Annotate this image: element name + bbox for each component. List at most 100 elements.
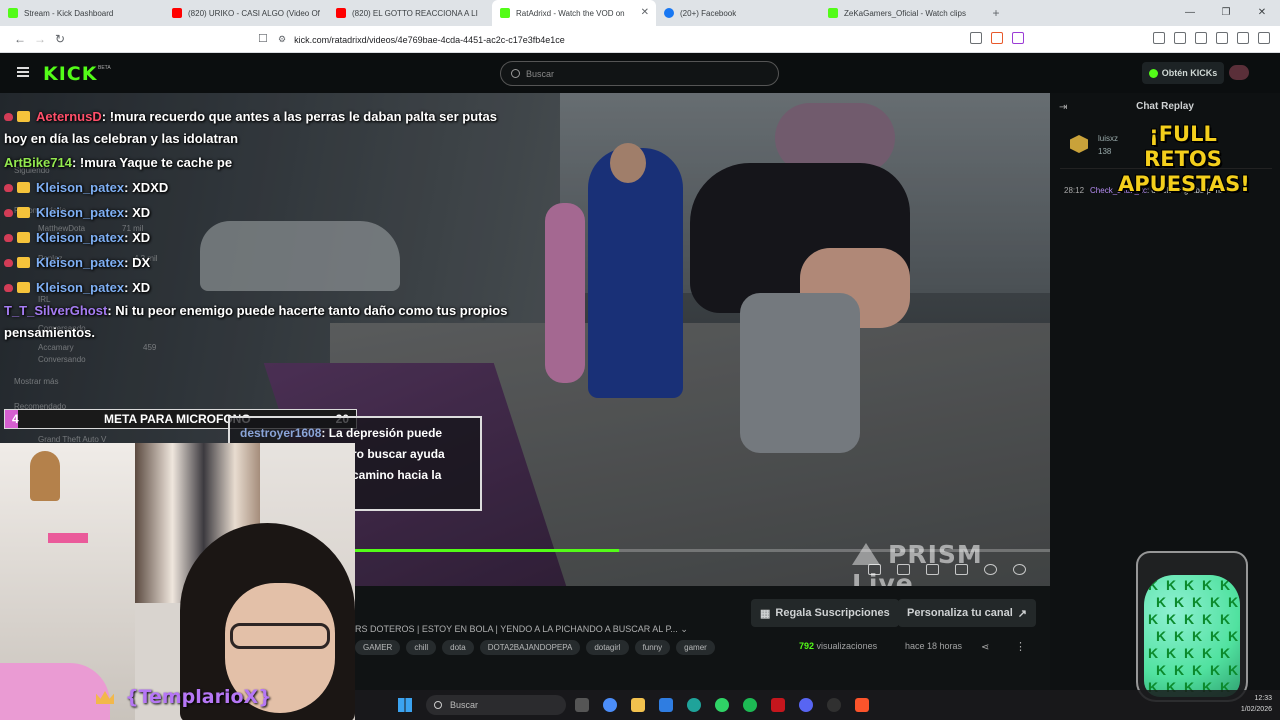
discord-icon[interactable] (799, 698, 813, 712)
get-kicks-button[interactable]: Obtén KICKs (1142, 62, 1224, 84)
jar-kick-token: K (1156, 594, 1167, 610)
stream-tag[interactable]: chill (406, 640, 437, 655)
browser-tab-strip: Stream - Kick Dashboard (820) URIKO - CA… (0, 0, 1280, 26)
get-kicks-label: Obtén KICKs (1161, 68, 1218, 78)
sidebar-icon[interactable] (1153, 32, 1165, 44)
overlay-chat-text: : DX (124, 255, 151, 270)
jar-kick-token: K (1210, 594, 1221, 610)
stream-tag[interactable]: gamer (676, 640, 715, 655)
spotify-icon[interactable] (743, 698, 757, 712)
music-icon[interactable] (1174, 32, 1186, 44)
show-more-link[interactable]: Mostrar más (14, 377, 58, 386)
address-bar-row: ← → ↻ ☐ ⚙ kick.com/ratadrixd/videos/4e76… (0, 26, 1280, 53)
task-view-icon[interactable] (575, 698, 589, 712)
brave-icon[interactable] (855, 698, 869, 712)
url-field[interactable]: ⚙ kick.com/ratadrixd/videos/4e769bae-4cd… (278, 30, 958, 49)
tab-zekagamers[interactable]: ZeKaGamers_Oficial - Watch clips (820, 0, 984, 26)
overlay-chat-text: : !mura Yaque te cache pe (71, 155, 233, 170)
edge-icon[interactable] (687, 698, 701, 712)
kick-header: KICK BETA Buscar Obtén KICKs (0, 53, 1280, 93)
maximize-icon[interactable]: ❐ (1208, 0, 1244, 26)
tab-kick-dashboard[interactable]: Stream - Kick Dashboard (0, 0, 164, 26)
jar-contents: KKKKKKKKKKKKKKKKKKKKKKKKKKKKKKKKKKK (1144, 575, 1240, 697)
alert-text: : La depresión puede (321, 426, 443, 440)
whatsapp-icon[interactable] (715, 698, 729, 712)
chrome-icon[interactable] (603, 698, 617, 712)
user-avatar[interactable] (1229, 65, 1249, 80)
search-icon (511, 69, 520, 78)
close-tab-icon[interactable]: ✕ (641, 7, 649, 18)
overlay-chat-user: Kleison_patex (36, 255, 125, 270)
close-window-icon[interactable]: ✕ (1244, 0, 1280, 26)
split-view-icon[interactable] (1195, 32, 1207, 44)
stream-tag[interactable]: funny (634, 640, 671, 655)
fullscreen-icon[interactable] (955, 564, 968, 575)
sidebar-viewers: 459 (143, 343, 157, 352)
share-icon[interactable] (970, 32, 982, 44)
rewards-icon[interactable] (1012, 32, 1024, 44)
gift-subs-button[interactable]: ▦ Regala Suscripciones (751, 599, 899, 627)
tab-label: RatAdrixd - Watch the VOD on (516, 8, 625, 18)
hamburger-menu-icon[interactable] (17, 67, 29, 77)
chevron-down-icon[interactable]: ⌄ (680, 624, 688, 634)
more-options-icon[interactable]: ⋮ (1015, 640, 1026, 653)
store-icon[interactable] (659, 698, 673, 712)
forward-arrow-icon[interactable]: → (30, 32, 50, 46)
cam-trophy (30, 451, 60, 501)
new-tab-button[interactable]: + (984, 0, 1008, 26)
bookmark-icon[interactable]: ☐ (258, 32, 268, 45)
wallet-icon[interactable] (1216, 32, 1228, 44)
jar-kick-token: K (1184, 645, 1195, 661)
overlay-chat-text: : XD (124, 280, 151, 295)
tab-youtube-uriko[interactable]: (820) URIKO - CASI ALGO (Video Of (164, 0, 328, 26)
file-explorer-icon[interactable] (631, 698, 645, 712)
obs-icon[interactable] (827, 698, 841, 712)
sidebar-channel[interactable]: Accamary (38, 343, 74, 352)
jar-kick-token: K (1166, 577, 1177, 593)
stream-tag[interactable]: GAMER (355, 640, 401, 655)
stream-title: RS DOTEROS | ESTOY EN BOLA | YENDO A LA … (355, 624, 688, 634)
clock-date: 1/02/2026 (1240, 706, 1272, 713)
video-progress-bar[interactable] (355, 549, 1050, 552)
overlay-chat-line: Kleison_patex: XDXD (4, 175, 524, 200)
taskbar-search-label: Buscar (450, 700, 479, 710)
reload-icon[interactable]: ↻ (50, 32, 70, 46)
stream-tag[interactable]: DOTA2BAJANDOPEPA (479, 640, 581, 655)
settings-gear-icon[interactable] (1013, 564, 1026, 575)
windows-start-icon[interactable] (398, 698, 412, 712)
tab-facebook[interactable]: (20+) Facebook (656, 0, 820, 26)
chat-badge-icon (4, 111, 32, 122)
captions-icon[interactable] (926, 564, 939, 575)
customize-channel-button[interactable]: Personaliza tu canal ↗ (898, 599, 1036, 627)
cam-object (48, 533, 88, 543)
acrobat-icon[interactable] (771, 698, 785, 712)
clip-icon[interactable] (984, 564, 997, 575)
brave-shield-icon[interactable] (991, 32, 1003, 44)
share-icon[interactable]: ⋖ (981, 642, 989, 653)
overlay-chat-line: ArtBike714: !mura Yaque te cache pe (4, 150, 524, 175)
back-arrow-icon[interactable]: ← (10, 32, 30, 46)
overlay-chat-text: : XD (124, 230, 151, 245)
taskbar-search[interactable]: Buscar (426, 695, 566, 715)
kick-logo[interactable]: KICK (43, 63, 97, 85)
minimize-icon[interactable]: — (1172, 0, 1208, 26)
prism-logo-icon (852, 543, 880, 565)
stream-tag[interactable]: dota (442, 640, 474, 655)
jar-kick-token: K (1192, 594, 1203, 610)
tab-ratadrixd-vod[interactable]: RatAdrixd - Watch the VOD on ✕ (492, 0, 656, 26)
theater-icon[interactable] (897, 564, 910, 575)
jar-kick-token: K (1174, 662, 1185, 678)
url-text: kick.com/ratadrixd/videos/4e769bae-4cda-… (294, 34, 565, 45)
gift-icon: ▦ (760, 607, 771, 620)
menu-icon[interactable] (1258, 32, 1270, 44)
views-label: visualizaciones (816, 641, 878, 651)
overlay-chat-line: Kleison_patex: XD (4, 225, 524, 250)
stream-tag[interactable]: dotagirl (586, 640, 629, 655)
jar-kick-token: K (1174, 628, 1185, 644)
pip-icon[interactable] (868, 564, 881, 575)
search-input[interactable]: Buscar (500, 61, 779, 86)
promo-overlay-text: ¡FULL RETOS APUESTAS! (1118, 122, 1250, 196)
site-info-icon[interactable]: ⚙ (278, 34, 286, 45)
tab-youtube-gotto[interactable]: (820) EL GOTTO REACCIONA A LI (328, 0, 492, 26)
vpn-icon[interactable] (1237, 32, 1249, 44)
